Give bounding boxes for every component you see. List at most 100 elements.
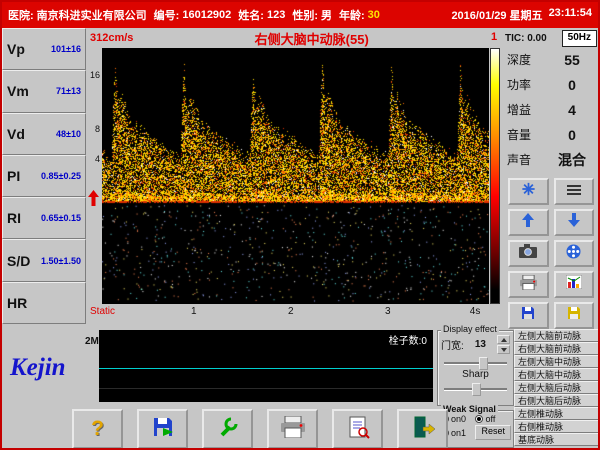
id-value: 16012902 [182,9,231,21]
sharp-slider[interactable] [444,383,507,394]
weak-signal-title: Weak Signal [441,404,498,414]
mmode-panel: 栓子数:0 [99,330,433,402]
artery-item[interactable]: 左侧大脑后动脉 [514,381,599,394]
param-value: 0.85±0.25 [41,171,81,181]
print-button[interactable] [267,409,318,449]
setting-label: 深度 [507,51,549,68]
scale-down-button[interactable] [554,209,595,236]
param-label: Vp [7,41,25,57]
question-mark-icon: ? [91,417,104,441]
bar-chart-icon [566,275,582,294]
save-button[interactable] [137,409,188,449]
artery-item[interactable]: 右侧椎动脉 [514,420,599,433]
param-label: Vm [7,83,29,99]
param-value: 0.65±0.15 [41,213,81,223]
artery-item[interactable]: 右侧大脑后动脉 [514,394,599,407]
tcd-application-window: 医院:南京科进实业有限公司 编号:16012902 姓名:123 性别:男 年龄… [0,0,600,450]
setting-gain: 增益4 [502,97,600,122]
load-data-button[interactable] [554,302,595,329]
trend-chart-button[interactable] [554,271,595,298]
baseline-arrow-icon[interactable] [88,190,99,211]
report-doc-icon [346,415,370,444]
parameter-sidebar: Vp 101±16 Vm71±13 Vd48±10 PI 0.85±0.25 RI 0… [2,28,86,324]
video-button[interactable] [554,240,595,267]
tools-button[interactable] [202,409,253,449]
snowflake-icon [521,182,536,201]
artery-item[interactable]: 左侧大脑中动脉 [514,355,599,368]
hospital-label: 医院: [8,7,34,23]
menu-lines-icon [566,183,582,201]
probe-label: 2M [85,336,99,347]
snapshot-button[interactable] [508,240,549,267]
gate-width-slider[interactable] [444,357,507,368]
gender-label: 性别: [292,7,318,23]
gate-width-stepper [497,335,510,354]
param-row-vd: Vd48±10 [2,113,86,155]
brand-logo: Kejin [10,354,66,382]
colorbar-top-label: 1 [491,31,497,43]
setting-label: 声音 [507,151,549,168]
velocity-axis: 16 8 4 [86,48,102,304]
slider-thumb[interactable] [472,383,481,396]
bottom-toolbar: ? [72,409,448,449]
slider-thumb[interactable] [479,357,488,370]
artery-item[interactable]: 右侧大脑中动脉 [514,368,599,381]
gender-value: 男 [321,7,332,23]
param-row-pi: PI 0.85±0.25 [2,155,86,197]
velocity-scale-label: 312cm/s [90,32,133,44]
artery-item[interactable]: 右侧大脑前动脉 [514,342,599,355]
wrench-icon [216,415,240,444]
printer-icon [520,275,537,295]
mains-frequency-button[interactable]: 50Hz [562,30,597,47]
ytick: 16 [90,70,100,80]
floppy-yellow-icon [567,306,581,325]
save-data-button[interactable] [508,302,549,329]
vessel-title: 右侧大脑中动脉(55) [133,29,490,48]
param-label: RI [7,210,21,226]
radio-label: on1 [451,428,466,438]
doppler-spectrum-canvas [102,48,489,304]
slider-track[interactable] [444,362,507,365]
floppy-arrow-icon [151,415,175,444]
spinner-down-button[interactable] [497,345,510,354]
exit-button[interactable] [397,409,448,449]
exit-door-icon [411,415,435,444]
param-value: 101±16 [51,44,81,54]
printer-icon [281,416,305,443]
quick-print-button[interactable] [508,271,549,298]
artery-item[interactable]: 基底动脉 [514,433,599,446]
artery-item[interactable]: 左侧椎动脉 [514,407,599,420]
reset-button[interactable]: Reset [475,425,511,440]
setting-value: 混合 [549,150,595,170]
intensity-colorbar [490,48,500,304]
radio-label: off [485,414,495,424]
freeze-button[interactable] [508,178,549,205]
xtick: 4s [470,306,481,317]
artery-list: 左侧大脑前动脉 右侧大脑前动脉 左侧大脑中动脉 右侧大脑中动脉 左侧大脑后动脉 … [514,329,599,446]
weak-signal-option-off[interactable]: off [475,414,511,424]
artery-item[interactable]: 左侧大脑前动脉 [514,329,599,342]
param-row-vm: Vm71±13 [2,70,86,112]
report-button[interactable] [332,409,383,449]
param-label: S/D [7,253,30,269]
tic-label: TIC: 0.00 [505,33,547,44]
emboli-count: 栓子数:0 [389,332,427,347]
name-label: 姓名: [238,7,264,23]
help-button[interactable]: ? [72,409,123,449]
param-label: Vd [7,126,25,142]
param-row-sd: S/D 1.50±1.50 [2,239,86,281]
scale-up-button[interactable] [508,209,549,236]
menu-button[interactable] [554,178,595,205]
camera-icon [519,244,537,263]
patient-info-bar: 医院:南京科进实业有限公司 编号:16012902 姓名:123 性别:男 年龄… [2,2,598,28]
age-label: 年龄: [339,7,365,23]
setting-sound: 声音混合 [502,147,600,172]
param-label: PI [7,168,20,184]
param-value: 1.50±1.50 [41,256,81,266]
mmode-baseline [99,388,433,389]
ytick: 4 [95,154,100,164]
spinner-up-button[interactable] [497,335,510,344]
age-value: 30 [368,9,380,21]
xtick: 3 [385,306,391,317]
display-effect-group: Display effect 门宽: 13 Sharp [437,330,514,406]
